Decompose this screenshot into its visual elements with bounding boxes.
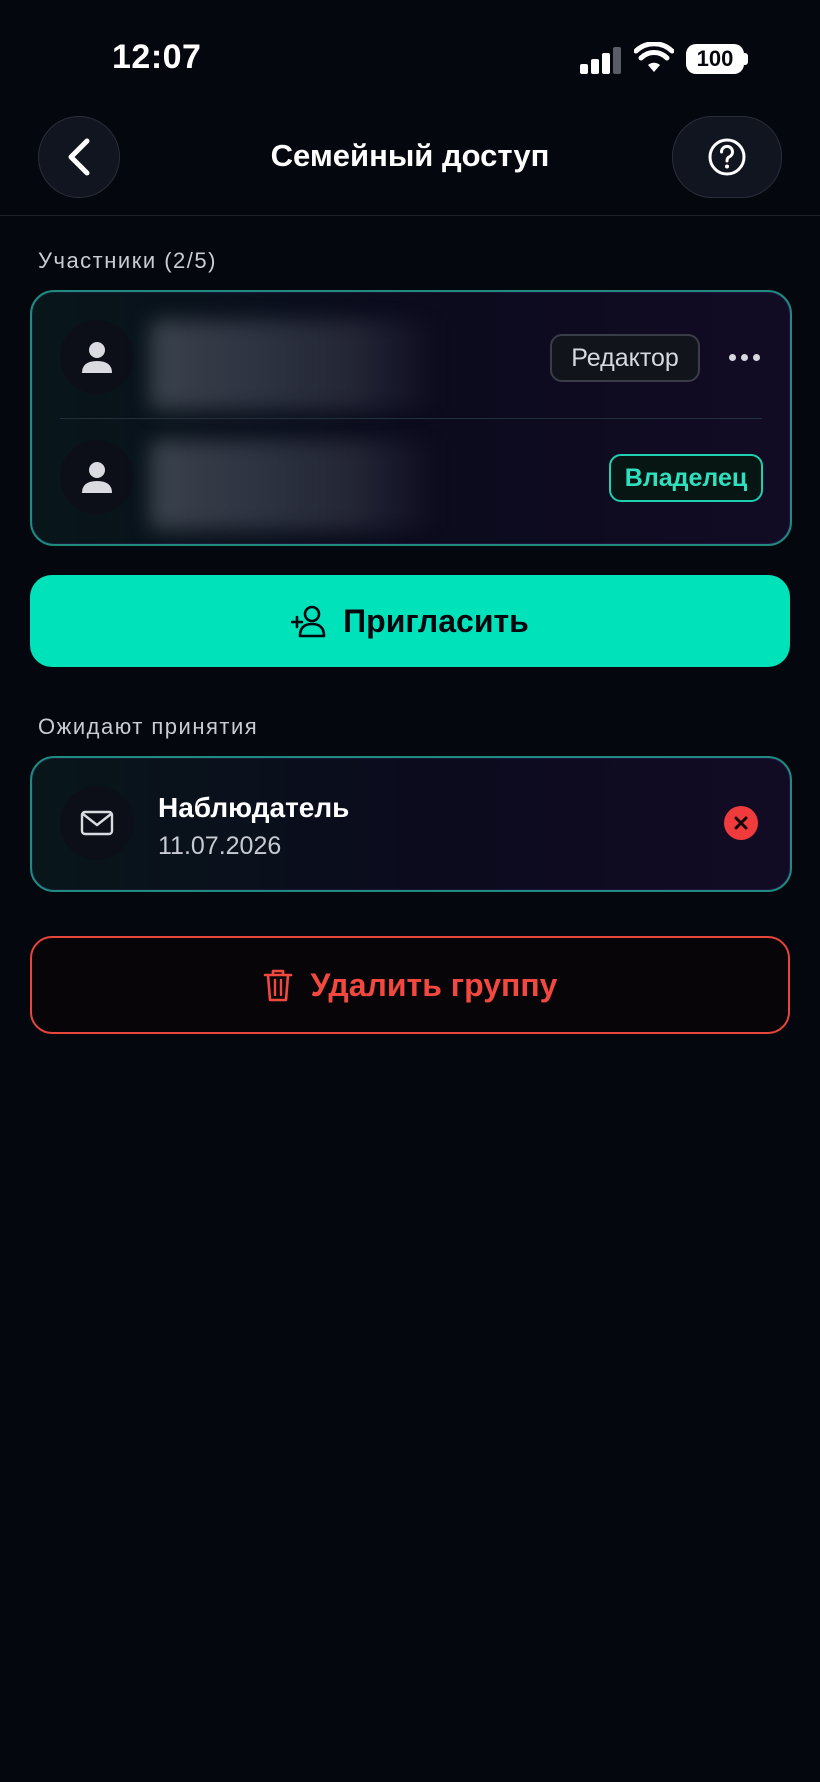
person-add-icon [291, 605, 326, 638]
battery-tip [744, 53, 748, 65]
member-name-redacted [150, 320, 440, 410]
close-icon [734, 816, 748, 830]
more-dot-icon [752, 353, 760, 361]
avatar [60, 440, 134, 514]
more-dot-icon [728, 353, 736, 361]
wifi-icon [634, 42, 674, 72]
more-options-button[interactable] [722, 342, 766, 372]
header-divider [0, 215, 820, 216]
person-icon [82, 462, 112, 493]
invite-label: Пригласить [343, 602, 529, 639]
pending-section-label: Ожидают принятия [38, 714, 259, 739]
battery-indicator: 100 [686, 44, 744, 74]
delete-group-button[interactable]: Удалить группу [30, 936, 790, 1034]
person-icon [82, 342, 112, 373]
invite-button[interactable]: Пригласить [30, 575, 790, 667]
avatar [60, 320, 134, 394]
battery-level: 100 [696, 46, 734, 71]
more-dot-icon [740, 353, 748, 361]
member-divider [60, 418, 762, 419]
trash-icon [263, 969, 292, 1002]
member-name-redacted [150, 440, 440, 530]
cellular-signal-icon [580, 46, 624, 74]
question-circle-icon [708, 138, 746, 176]
members-card: Редактор Владелец [30, 290, 792, 546]
members-section-label: Участники (2/5) [38, 248, 217, 273]
pending-avatar [60, 786, 134, 860]
pending-date: 11.07.2026 [158, 832, 282, 860]
pending-role: Наблюдатель [158, 792, 350, 823]
role-badge-editor[interactable]: Редактор [550, 334, 700, 382]
pending-invite-card: Наблюдатель 11.07.2026 [30, 756, 792, 892]
status-time: 12:07 [112, 38, 202, 76]
mail-icon [80, 810, 114, 836]
role-badge-owner: Владелец [609, 454, 763, 502]
cancel-invite-button[interactable] [724, 806, 758, 840]
delete-group-label: Удалить группу [310, 966, 558, 1003]
help-button[interactable] [672, 116, 782, 198]
